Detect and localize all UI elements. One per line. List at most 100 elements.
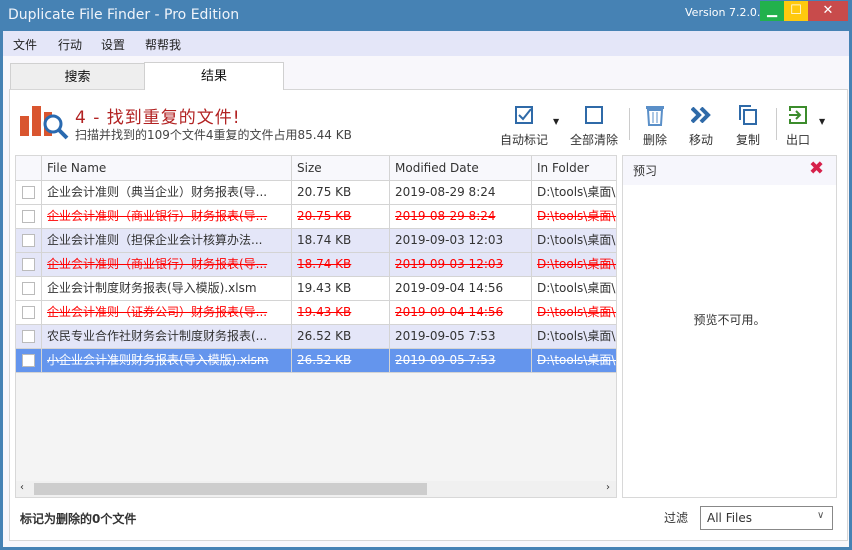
- copy-button[interactable]: 复制: [731, 103, 765, 148]
- delete-label: 删除: [642, 133, 667, 147]
- menu-bar: 文件 行动 设置 帮帮我: [3, 31, 849, 56]
- table-row[interactable]: 企业会计准则（商业银行）财务报表(导... 18.74 KB 2019-09-0…: [16, 253, 616, 277]
- close-preview-icon[interactable]: ✖: [809, 158, 824, 179]
- export-icon: [789, 106, 807, 124]
- cell-modified-date: 2019-09-05 7:53: [390, 349, 532, 372]
- table-row[interactable]: 企业会计准则（商业银行）财务报表(导... 20.75 KB 2019-08-2…: [16, 205, 616, 229]
- results-grid: File Name Size Modified Date In Folder 企…: [15, 155, 617, 498]
- status-text: 标记为删除的0个文件: [20, 512, 137, 526]
- trash-icon: [646, 106, 664, 126]
- column-header-file-name[interactable]: File Name: [42, 156, 292, 180]
- row-checkbox-cell: [16, 277, 42, 300]
- row-checkbox[interactable]: [22, 330, 35, 343]
- close-button[interactable]: ✕: [808, 1, 848, 21]
- automark-dropdown-icon[interactable]: ▼: [553, 117, 559, 126]
- toolbar-divider: [776, 108, 777, 140]
- cell-folder: D:\tools\桌面\i: [532, 301, 616, 324]
- row-checkbox[interactable]: [22, 186, 35, 199]
- window-title: Duplicate File Finder - Pro Edition: [8, 7, 240, 23]
- move-button[interactable]: 移动: [684, 103, 718, 148]
- checkbox-checked-icon: [515, 106, 533, 124]
- cell-folder: D:\tools\桌面\i: [532, 325, 616, 348]
- cell-folder: D:\tools\桌面\i: [532, 253, 616, 276]
- title-bar: Duplicate File Finder - Pro Edition Vers…: [0, 0, 852, 31]
- cell-folder: D:\tools\桌面\i: [532, 349, 616, 372]
- menu-action[interactable]: 行动: [58, 36, 82, 53]
- clear-all-label: 全部清除: [569, 133, 618, 147]
- row-checkbox-cell: [16, 181, 42, 204]
- duplicate-finder-icon: [20, 106, 69, 140]
- cell-size: 18.74 KB: [292, 229, 390, 252]
- cell-folder: D:\tools\桌面\i: [532, 229, 616, 252]
- results-headline: 4 - 找到重复的文件!: [75, 108, 241, 128]
- row-checkbox[interactable]: [22, 354, 35, 367]
- cell-modified-date: 2019-08-29 8:24: [390, 205, 532, 228]
- row-checkbox-cell: [16, 349, 42, 372]
- cell-modified-date: 2019-09-03 12:03: [390, 229, 532, 252]
- scroll-left-icon[interactable]: ‹: [20, 482, 24, 493]
- cell-folder: D:\tools\桌面\i: [532, 181, 616, 204]
- move-label: 移动: [688, 133, 713, 147]
- cell-modified-date: 2019-09-04 14:56: [390, 301, 532, 324]
- double-chevron-right-icon: [691, 107, 711, 123]
- row-checkbox-cell: [16, 229, 42, 252]
- cell-size: 20.75 KB: [292, 205, 390, 228]
- cell-folder: D:\tools\桌面\i: [532, 205, 616, 228]
- clear-all-button[interactable]: 全部清除: [566, 103, 622, 148]
- cell-modified-date: 2019-09-04 14:56: [390, 277, 532, 300]
- tab-search[interactable]: 搜索: [10, 63, 145, 90]
- table-row[interactable]: 企业会计准则（典当企业）财务报表(导... 20.75 KB 2019-08-2…: [16, 181, 616, 205]
- maximize-button[interactable]: ☐: [784, 1, 808, 21]
- column-header-size[interactable]: Size: [292, 156, 390, 180]
- cell-size: 26.52 KB: [292, 325, 390, 348]
- table-row[interactable]: 小企业会计准则财务报表(导入模版).xlsm 26.52 KB 2019-09-…: [16, 349, 616, 373]
- filter-select[interactable]: All Files ∨: [700, 506, 833, 530]
- row-checkbox-cell: [16, 301, 42, 324]
- export-button[interactable]: 出口: [783, 103, 813, 148]
- row-checkbox[interactable]: [22, 210, 35, 223]
- toolbar-divider: [629, 108, 630, 140]
- cell-file-name: 企业会计准则（证券公司）财务报表(导...: [42, 301, 292, 324]
- preview-message: 预览不可用。: [693, 313, 766, 327]
- chevron-down-icon: ∨: [817, 510, 825, 521]
- scrollbar-thumb[interactable]: [34, 483, 427, 495]
- cell-size: 18.74 KB: [292, 253, 390, 276]
- automark-button[interactable]: 自动标记: [496, 103, 552, 148]
- row-checkbox-cell: [16, 253, 42, 276]
- results-detail: 扫描并找到的109个文件4重复的文件占用85.44 KB: [75, 128, 352, 142]
- scroll-right-icon[interactable]: ›: [606, 482, 610, 493]
- cell-file-name: 企业会计准则（商业银行）财务报表(导...: [42, 253, 292, 276]
- cell-size: 19.43 KB: [292, 277, 390, 300]
- cell-file-name: 小企业会计准则财务报表(导入模版).xlsm: [42, 349, 292, 372]
- copy-label: 复制: [735, 133, 760, 147]
- column-header-in-folder[interactable]: In Folder: [532, 156, 616, 180]
- table-row[interactable]: 农民专业合作社财务会计制度财务报表(... 26.52 KB 2019-09-0…: [16, 325, 616, 349]
- export-label: 出口: [785, 133, 810, 147]
- cell-folder: D:\tools\桌面\i: [532, 277, 616, 300]
- table-row[interactable]: 企业会计制度财务报表(导入模版).xlsm 19.43 KB 2019-09-0…: [16, 277, 616, 301]
- row-checkbox[interactable]: [22, 234, 35, 247]
- cell-file-name: 企业会计准则（典当企业）财务报表(导...: [42, 181, 292, 204]
- horizontal-scrollbar[interactable]: ‹ ›: [16, 481, 616, 497]
- menu-file[interactable]: 文件: [13, 36, 37, 53]
- minimize-button[interactable]: ▁: [760, 1, 784, 21]
- menu-settings[interactable]: 设置: [101, 36, 125, 53]
- checkbox-empty-icon: [585, 106, 603, 124]
- tab-results[interactable]: 结果: [144, 62, 284, 90]
- delete-button[interactable]: 删除: [638, 103, 672, 148]
- row-checkbox[interactable]: [22, 306, 35, 319]
- table-row[interactable]: 企业会计准则（证券公司）财务报表(导... 19.43 KB 2019-09-0…: [16, 301, 616, 325]
- copy-icon: [739, 105, 757, 125]
- cell-modified-date: 2019-09-05 7:53: [390, 325, 532, 348]
- row-checkbox[interactable]: [22, 258, 35, 271]
- cell-modified-date: 2019-08-29 8:24: [390, 181, 532, 204]
- preview-header: 预习 ✖: [623, 156, 836, 185]
- row-checkbox[interactable]: [22, 282, 35, 295]
- table-row[interactable]: 企业会计准则（担保企业会计核算办法... 18.74 KB 2019-09-03…: [16, 229, 616, 253]
- version-label: Version 7.2.0.0: [685, 6, 768, 19]
- export-dropdown-icon[interactable]: ▼: [819, 117, 825, 126]
- menu-help[interactable]: 帮帮我: [145, 36, 181, 53]
- column-header-modified-date[interactable]: Modified Date: [390, 156, 532, 180]
- row-checkbox-cell: [16, 325, 42, 348]
- cell-file-name: 企业会计准则（商业银行）财务报表(导...: [42, 205, 292, 228]
